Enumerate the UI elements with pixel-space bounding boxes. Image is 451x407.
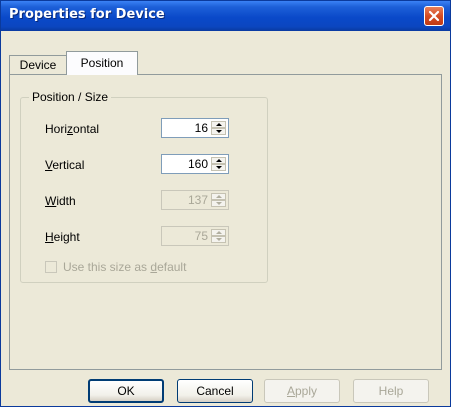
horizontal-down-arrow-icon[interactable] xyxy=(211,128,226,135)
horizontal-value: 16 xyxy=(194,121,208,135)
width-spin-buttons xyxy=(211,193,226,207)
width-label-post: idth xyxy=(56,194,76,208)
width-value: 137 xyxy=(187,193,208,207)
group-title: Position / Size xyxy=(29,90,112,104)
default-size-checkbox xyxy=(45,261,57,273)
apply-label-accel: A xyxy=(286,384,295,398)
vertical-up-arrow-icon[interactable] xyxy=(211,157,226,164)
help-button: Help xyxy=(353,379,429,403)
position-tab-panel: Position / Size Horizontal 16 Vertical 1… xyxy=(9,74,442,370)
close-button[interactable] xyxy=(424,6,444,26)
horizontal-label-pre: Hori xyxy=(45,122,68,136)
apply-label-post: pply xyxy=(295,384,318,398)
vertical-down-arrow-icon[interactable] xyxy=(211,164,226,171)
default-size-label-pre: Use this size as xyxy=(63,260,151,274)
position-size-group: Position / Size Horizontal 16 Vertical 1… xyxy=(20,90,268,283)
height-up-arrow-icon xyxy=(211,229,226,236)
ok-button-label: OK xyxy=(117,384,135,398)
default-size-label: Use this size as default xyxy=(63,260,186,274)
title-bar[interactable]: Properties for Device xyxy=(1,1,450,31)
ok-button[interactable]: OK xyxy=(88,379,164,403)
vertical-label: Vertical xyxy=(45,158,84,172)
vertical-label-post: ertical xyxy=(52,158,85,172)
height-value: 75 xyxy=(194,229,208,243)
tab-position[interactable]: Position xyxy=(66,51,138,75)
width-up-arrow-icon xyxy=(211,193,226,200)
width-label-accel: W xyxy=(45,194,57,208)
height-label: Height xyxy=(45,230,80,244)
width-label: Width xyxy=(45,194,76,208)
width-down-arrow-icon xyxy=(211,200,226,207)
horizontal-label: Horizontal xyxy=(45,122,99,136)
height-spinbox: 75 xyxy=(161,226,229,246)
horizontal-spinbox[interactable]: 16 xyxy=(161,118,229,138)
vertical-spinbox[interactable]: 160 xyxy=(161,154,229,174)
height-down-arrow-icon xyxy=(211,236,226,243)
horizontal-up-arrow-icon[interactable] xyxy=(211,121,226,128)
horizontal-label-post: ontal xyxy=(73,122,100,136)
help-button-label: Help xyxy=(378,384,404,398)
apply-button: Apply xyxy=(264,379,340,403)
tab-device-label: Device xyxy=(19,58,57,72)
tab-position-label: Position xyxy=(80,56,124,70)
cancel-button-label: Cancel xyxy=(196,384,234,398)
vertical-value: 160 xyxy=(187,157,208,171)
horizontal-spin-buttons xyxy=(211,121,226,135)
close-icon xyxy=(428,10,440,22)
height-spin-buttons xyxy=(211,229,226,243)
vertical-spin-buttons xyxy=(211,157,226,171)
tab-device[interactable]: Device xyxy=(9,55,67,75)
properties-dialog: Properties for Device Device Position Po… xyxy=(0,0,451,407)
default-size-label-post: efault xyxy=(157,260,187,274)
height-label-post: eight xyxy=(53,230,80,244)
window-title: Properties for Device xyxy=(9,7,165,22)
cancel-button[interactable]: Cancel xyxy=(177,379,253,403)
height-label-accel: H xyxy=(45,230,54,244)
width-spinbox: 137 xyxy=(161,190,229,210)
